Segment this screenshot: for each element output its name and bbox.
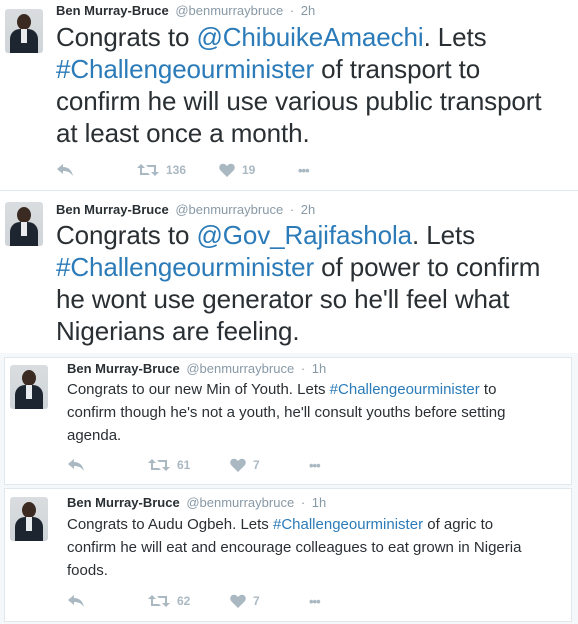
retweet-count: 61 <box>177 458 191 472</box>
retweet-icon <box>148 459 170 471</box>
tweet-header: Ben Murray-Bruce @benmurraybruce · 2h <box>56 202 315 217</box>
avatar[interactable] <box>5 202 43 246</box>
hashtag-link[interactable]: #Challengeourminister <box>330 381 480 398</box>
like-count: 7 <box>253 458 260 472</box>
avatar[interactable] <box>5 9 43 53</box>
avatar[interactable] <box>10 365 48 409</box>
author-name[interactable]: Ben Murray-Bruce <box>67 495 180 510</box>
author-name[interactable]: Ben Murray-Bruce <box>56 202 169 217</box>
author-name[interactable]: Ben Murray-Bruce <box>56 3 169 18</box>
separator: · <box>289 3 295 18</box>
more-icon: ••• <box>298 162 310 178</box>
author-handle[interactable]: @benmurraybruce <box>186 495 294 510</box>
retweet-icon <box>137 164 159 176</box>
timestamp[interactable]: 1h <box>312 495 326 510</box>
heart-icon <box>219 163 235 177</box>
mention-link[interactable]: @Gov_Rajifashola <box>196 220 412 250</box>
author-name[interactable]: Ben Murray-Bruce <box>67 361 180 376</box>
author-handle[interactable]: @benmurraybruce <box>175 3 283 18</box>
more-button[interactable]: ••• <box>298 160 310 180</box>
heart-icon <box>230 594 246 608</box>
reply-button[interactable] <box>56 160 74 180</box>
like-button[interactable]: 7 <box>230 591 260 611</box>
retweet-button[interactable]: 61 <box>148 455 190 475</box>
retweet-count: 136 <box>166 163 187 177</box>
more-icon: ••• <box>309 457 321 473</box>
tweet-1: Ben Murray-Bruce @benmurraybruce · 2h Co… <box>0 0 578 191</box>
like-button[interactable]: 7 <box>230 455 260 475</box>
author-handle[interactable]: @benmurraybruce <box>186 361 294 376</box>
heart-icon <box>230 458 246 472</box>
hashtag-link[interactable]: #Challengeourminister <box>56 252 314 282</box>
retweet-icon <box>148 595 170 607</box>
timestamp[interactable]: 2h <box>301 202 315 217</box>
author-handle[interactable]: @benmurraybruce <box>175 202 283 217</box>
timestamp[interactable]: 2h <box>301 3 315 18</box>
retweet-button[interactable]: 62 <box>148 591 190 611</box>
tweet-4: Ben Murray-Bruce @benmurraybruce · 1h Co… <box>4 488 572 622</box>
tweet-text: Congrats to Audu Ogbeh. Lets #Challengeo… <box>67 516 522 579</box>
retweet-count: 62 <box>177 594 191 608</box>
like-count: 7 <box>253 594 260 608</box>
tweet-header: Ben Murray-Bruce @benmurraybruce · 1h <box>67 361 326 376</box>
like-count: 19 <box>242 163 256 177</box>
reply-button[interactable] <box>67 455 85 475</box>
separator: · <box>300 361 306 376</box>
reply-icon <box>68 459 84 471</box>
tweet-header: Ben Murray-Bruce @benmurraybruce · 1h <box>67 495 326 510</box>
timestamp[interactable]: 1h <box>312 361 326 376</box>
tweet-actions: 136 19 ••• <box>56 160 356 180</box>
reply-button[interactable] <box>67 591 85 611</box>
more-button[interactable]: ••• <box>309 455 321 475</box>
reply-icon <box>68 595 84 607</box>
mention-link[interactable]: @ChibuikeAmaechi <box>196 22 423 52</box>
more-button[interactable]: ••• <box>309 591 321 611</box>
tweet-header: Ben Murray-Bruce @benmurraybruce · 2h <box>56 3 315 18</box>
hashtag-link[interactable]: #Challengeourminister <box>56 54 314 84</box>
tweet-text: Congrats to @ChibuikeAmaechi. Lets #Chal… <box>56 22 542 148</box>
avatar[interactable] <box>10 497 48 541</box>
tweet-actions: 61 7 ••• <box>67 455 367 475</box>
separator: · <box>289 202 295 217</box>
like-button[interactable]: 19 <box>219 160 255 180</box>
reply-icon <box>57 164 73 176</box>
retweet-button[interactable]: 136 <box>137 160 186 180</box>
tweet-actions: 62 7 ••• <box>67 591 367 611</box>
separator: · <box>300 495 306 510</box>
hashtag-link[interactable]: #Challengeourminister <box>273 516 423 533</box>
tweet-3: Ben Murray-Bruce @benmurraybruce · 1h Co… <box>4 357 572 485</box>
tweet-text: Congrats to @Gov_Rajifashola. Lets #Chal… <box>56 220 541 346</box>
tweet-2: Ben Murray-Bruce @benmurraybruce · 2h Co… <box>0 191 578 353</box>
tweet-text: Congrats to our new Min of Youth. Lets #… <box>67 381 506 444</box>
more-icon: ••• <box>309 593 321 609</box>
